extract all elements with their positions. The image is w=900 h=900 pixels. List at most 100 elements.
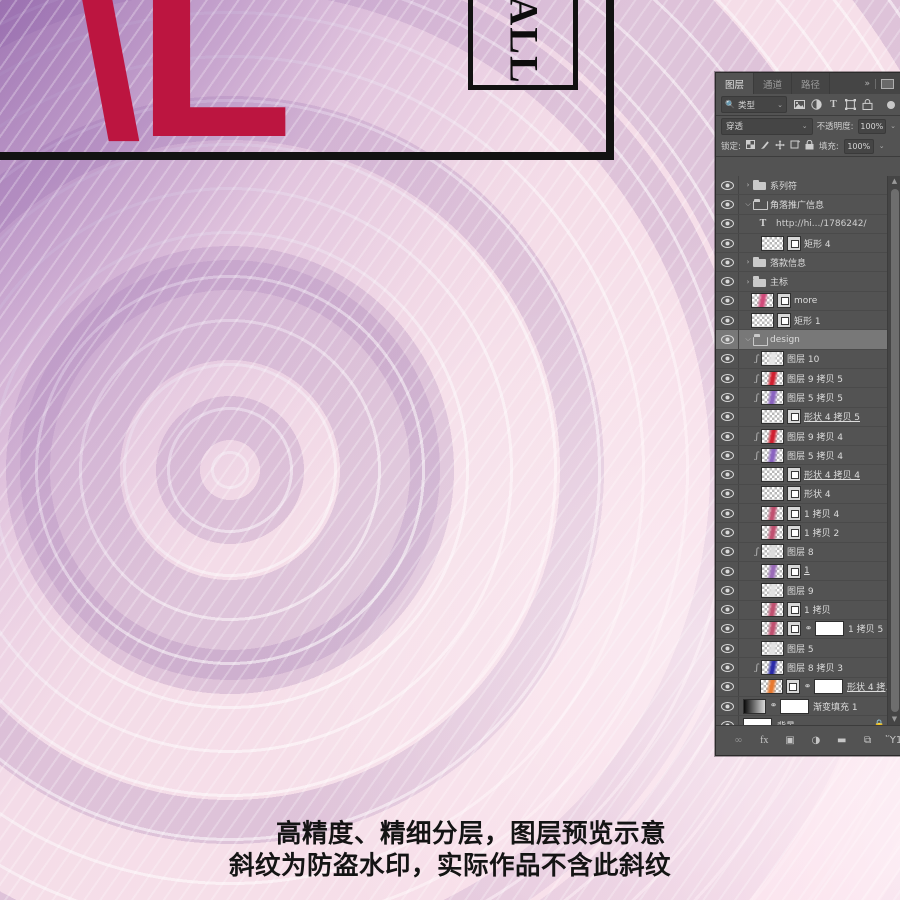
layer-row[interactable]: 1 拷贝 [716, 600, 900, 620]
smartobject-filter-icon[interactable] [862, 99, 873, 110]
layer-thumbnail[interactable] [743, 698, 766, 714]
layer-row[interactable]: 图层 9 [716, 581, 900, 601]
layer-thumbnail[interactable] [761, 235, 784, 251]
adjustment-filter-icon[interactable] [811, 99, 822, 110]
layer-visibility-toggle[interactable] [716, 561, 739, 581]
layer-row[interactable]: › 落款信息 [716, 253, 900, 273]
layer-visibility-toggle[interactable] [716, 446, 739, 465]
layer-row[interactable]: 1 拷贝 4 [716, 504, 900, 524]
layer-visibility-toggle[interactable] [716, 311, 739, 330]
layer-visibility-toggle[interactable] [716, 388, 739, 407]
layer-row[interactable]: ʃ 图层 5 拷贝 5 [716, 388, 900, 408]
layer-thumbnail[interactable] [761, 563, 784, 579]
layer-row[interactable]: 形状 4 [716, 484, 900, 505]
lock-transparency-icon[interactable] [745, 140, 755, 152]
layer-row[interactable]: › 主标 [716, 272, 900, 292]
layer-row[interactable]: ⚭ 渐变填充 1 [716, 697, 900, 717]
layer-visibility-toggle[interactable] [716, 581, 739, 600]
layer-visibility-toggle[interactable] [716, 677, 739, 697]
layer-row[interactable]: 背景🔒 [716, 716, 900, 725]
scroll-down-arrow-icon[interactable]: ▼ [888, 714, 900, 725]
layer-list-scrollbar[interactable]: ▲ ▼ [887, 176, 900, 725]
layer-visibility-toggle[interactable] [716, 600, 739, 619]
layer-mask-thumbnail[interactable] [815, 621, 844, 637]
layer-visibility-toggle[interactable] [716, 639, 739, 658]
layer-visibility-toggle[interactable] [716, 484, 739, 504]
vector-mask-thumbnail[interactable] [787, 409, 801, 425]
layer-visibility-toggle[interactable] [716, 214, 739, 233]
layer-visibility-toggle[interactable] [716, 697, 739, 716]
layer-thumbnail[interactable] [751, 312, 774, 328]
opacity-input[interactable]: 100% [857, 118, 887, 134]
layer-thumbnail[interactable] [743, 717, 772, 725]
scrollbar-thumb[interactable] [891, 189, 899, 712]
layer-visibility-toggle[interactable] [716, 716, 739, 725]
new-group-button[interactable]: ▬ [835, 734, 848, 748]
mask-link-icon[interactable]: ⚭ [803, 682, 812, 692]
layer-row[interactable]: ⌵ design [716, 330, 900, 350]
vector-mask-thumbnail[interactable] [787, 467, 801, 483]
shape-filter-icon[interactable] [845, 99, 856, 110]
layer-row[interactable]: ʃ 图层 9 拷贝 4 [716, 426, 900, 447]
layer-visibility-toggle[interactable] [716, 195, 739, 214]
layer-thumbnail[interactable] [761, 428, 784, 444]
layer-mask-thumbnail[interactable] [813, 679, 843, 695]
scroll-up-arrow-icon[interactable]: ▲ [888, 176, 900, 187]
layer-thumbnail[interactable] [761, 486, 784, 502]
vector-mask-thumbnail[interactable] [785, 679, 800, 695]
layer-visibility-toggle[interactable] [716, 233, 739, 253]
chevron-right-icon[interactable]: › [743, 258, 753, 266]
layer-visibility-toggle[interactable] [716, 504, 739, 523]
layer-thumbnail[interactable] [761, 582, 784, 598]
layer-thumbnail[interactable] [761, 602, 784, 618]
layer-visibility-toggle[interactable] [716, 407, 739, 426]
layer-visibility-toggle[interactable] [716, 465, 739, 484]
layer-row[interactable]: ʃ 图层 10 [716, 349, 900, 369]
fill-input[interactable]: 100% [843, 138, 874, 154]
layer-thumbnail[interactable] [751, 293, 774, 309]
layer-row[interactable]: 矩形 1 [716, 311, 900, 331]
lock-all-icon[interactable] [805, 139, 814, 153]
layer-list[interactable]: › 系列符 ⌵ 角落推广信息 Thttp://hi.../1786242/矩形 4 › 落款… [716, 176, 900, 725]
layer-thumbnail[interactable] [761, 409, 784, 425]
panel-menu-icon[interactable] [881, 78, 894, 89]
layer-row[interactable]: › 系列符 [716, 176, 900, 196]
layer-thumbnail[interactable] [761, 660, 784, 676]
layer-row[interactable]: ⚭ 形状 4 拷贝 3 [716, 677, 900, 698]
mask-link-icon[interactable]: ⚭ [804, 624, 813, 634]
layer-row[interactable]: 1 拷贝 2 [716, 523, 900, 543]
blend-mode-select[interactable]: 穿透 ⌄ [721, 117, 813, 135]
layer-thumbnail[interactable] [761, 370, 784, 386]
tab-channels[interactable]: 通道 [754, 73, 793, 94]
layer-row[interactable]: Thttp://hi.../1786242/ [716, 214, 900, 234]
layer-row[interactable]: ʃ 图层 8 [716, 542, 900, 562]
layer-row[interactable]: ʃ 图层 5 拷贝 4 [716, 446, 900, 466]
pixel-filter-icon[interactable] [794, 99, 805, 110]
layer-row[interactable]: 图层 5 [716, 639, 900, 659]
add-mask-button[interactable]: ▣ [784, 734, 797, 748]
layer-thumbnail[interactable] [761, 640, 784, 656]
filter-kind-select[interactable]: 🔍 类型 ⌄ [721, 96, 787, 113]
lock-position-icon[interactable] [774, 139, 785, 153]
layer-visibility-toggle[interactable] [716, 523, 739, 542]
layer-row[interactable]: ʃ 图层 8 拷贝 3 [716, 658, 900, 678]
lock-image-icon[interactable] [760, 140, 770, 153]
delete-layer-button[interactable]: Ὕ1 [886, 734, 900, 748]
layer-mask-thumbnail[interactable] [780, 698, 809, 714]
layer-row[interactable]: more [716, 291, 900, 312]
layer-row[interactable]: 1 [716, 561, 900, 582]
chevron-down-icon[interactable]: ⌵ [743, 335, 753, 344]
chevron-down-icon[interactable]: ⌵ [743, 200, 753, 209]
layer-visibility-toggle[interactable] [716, 658, 739, 677]
layer-visibility-toggle[interactable] [716, 619, 739, 639]
chevron-right-icon[interactable]: › [743, 278, 753, 286]
vector-mask-thumbnail[interactable] [787, 486, 801, 502]
lock-artboard-icon[interactable] [790, 139, 800, 153]
layer-thumbnail[interactable] [761, 447, 784, 463]
layer-visibility-toggle[interactable] [716, 330, 739, 349]
tab-layers[interactable]: 图层 [716, 73, 755, 94]
layer-row[interactable]: 形状 4 拷贝 4 [716, 465, 900, 485]
layer-thumbnail[interactable] [761, 389, 784, 405]
layer-row[interactable]: 矩形 4 [716, 233, 900, 254]
layer-visibility-toggle[interactable] [716, 349, 739, 368]
